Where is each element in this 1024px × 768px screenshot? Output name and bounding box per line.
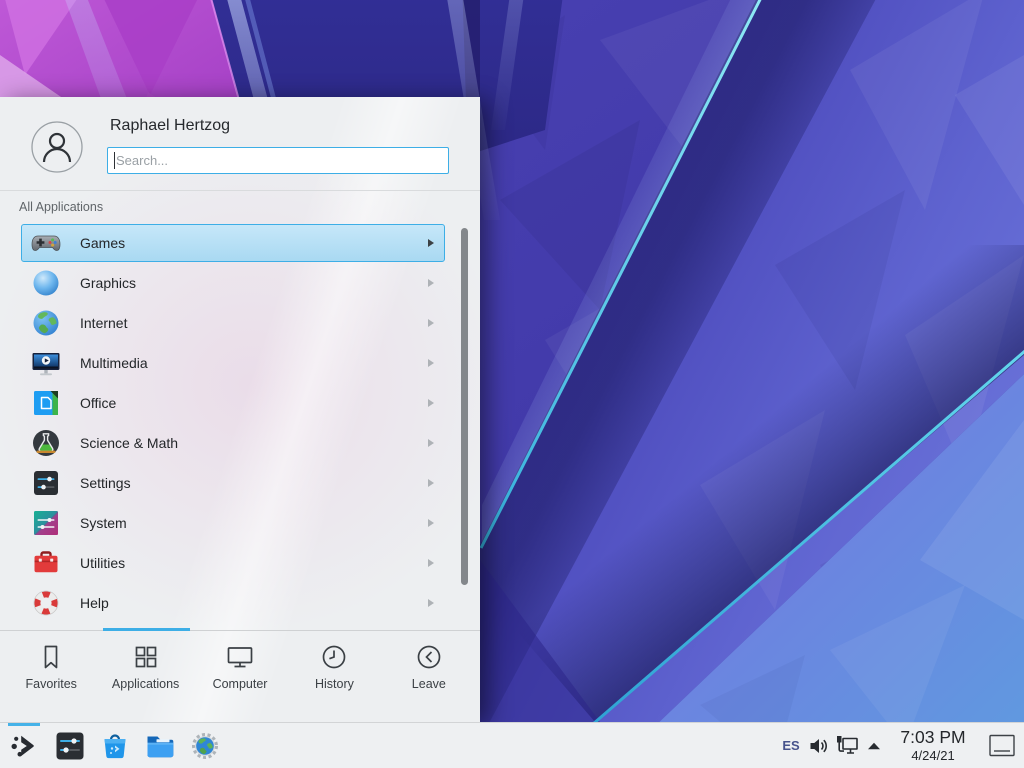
submenu-arrow-icon [428, 559, 434, 567]
submenu-arrow-icon [428, 359, 434, 367]
clock-widget[interactable]: 7:03 PM 4/24/21 [886, 727, 980, 763]
leave-icon [414, 642, 444, 672]
expand-tray-icon[interactable] [865, 737, 883, 755]
toolbox-icon [30, 547, 62, 579]
category-internet[interactable]: Internet [21, 304, 445, 342]
category-graphics[interactable]: Graphics [21, 264, 445, 302]
submenu-arrow-icon [428, 599, 434, 607]
lifebuoy-icon [30, 587, 62, 619]
tab-computer[interactable]: Computer [193, 631, 287, 722]
network-icon[interactable] [835, 734, 860, 757]
taskbar-file-manager[interactable] [144, 730, 176, 762]
list-scrollbar[interactable] [461, 228, 468, 585]
submenu-arrow-icon [428, 399, 434, 407]
active-task-indicator [8, 723, 40, 726]
header-separator [0, 190, 480, 191]
submenu-arrow-icon [428, 279, 434, 287]
taskbar-panel: ES 7:03 PM 4/24/21 [0, 722, 1024, 768]
search-field-wrap [107, 147, 449, 174]
tab-favorites[interactable]: Favorites [4, 631, 98, 722]
submenu-arrow-icon [428, 519, 434, 527]
submenu-arrow-icon [428, 439, 434, 447]
taskbar-discover[interactable] [99, 730, 131, 762]
gamepad-icon [30, 227, 62, 259]
category-office[interactable]: Office [21, 384, 445, 422]
launcher-footer-tabs: Favorites Applications Computer History … [4, 631, 476, 722]
tab-history[interactable]: History [287, 631, 381, 722]
clock-icon [319, 642, 349, 672]
category-multimedia[interactable]: Multimedia [21, 344, 445, 382]
category-science-math[interactable]: Science & Math [21, 424, 445, 462]
taskbar-system-settings[interactable] [54, 730, 86, 762]
grid-icon [131, 642, 161, 672]
globe-icon [30, 307, 62, 339]
sliders-icon [30, 467, 62, 499]
application-launcher-button[interactable] [8, 730, 40, 762]
show-desktop-button[interactable] [988, 732, 1016, 759]
user-avatar[interactable] [31, 121, 83, 173]
category-help[interactable]: Help [21, 584, 445, 622]
multimedia-icon [30, 347, 62, 379]
text-cursor [114, 152, 115, 169]
user-name: Raphael Hertzog [110, 117, 230, 135]
bookmark-icon [36, 642, 66, 672]
category-settings[interactable]: Settings [21, 464, 445, 502]
flask-icon [30, 427, 62, 459]
category-games[interactable]: Games [21, 224, 445, 262]
submenu-arrow-icon [428, 479, 434, 487]
application-launcher-menu: Raphael Hertzog All Applications Games G… [0, 97, 480, 722]
sphere-icon [30, 267, 62, 299]
volume-icon[interactable] [808, 735, 830, 757]
clock-date: 4/24/21 [886, 748, 980, 763]
submenu-arrow-icon [428, 319, 434, 327]
desktop: Raphael Hertzog All Applications Games G… [0, 0, 1024, 768]
office-document-icon [30, 387, 62, 419]
system-sliders-icon [30, 507, 62, 539]
tab-leave[interactable]: Leave [382, 631, 476, 722]
category-system[interactable]: System [21, 504, 445, 542]
clock-time: 7:03 PM [886, 727, 980, 748]
tab-applications[interactable]: Applications [98, 631, 192, 722]
category-utilities[interactable]: Utilities [21, 544, 445, 582]
category-list: Games Graphics Internet Multimedia Offic… [0, 222, 480, 630]
taskbar-web-browser[interactable] [189, 730, 221, 762]
monitor-icon [225, 642, 255, 672]
submenu-arrow-icon [428, 239, 434, 247]
section-label: All Applications [19, 200, 103, 214]
pinned-apps [54, 730, 221, 762]
search-input[interactable] [107, 147, 449, 174]
keyboard-layout-indicator[interactable]: ES [777, 723, 805, 768]
